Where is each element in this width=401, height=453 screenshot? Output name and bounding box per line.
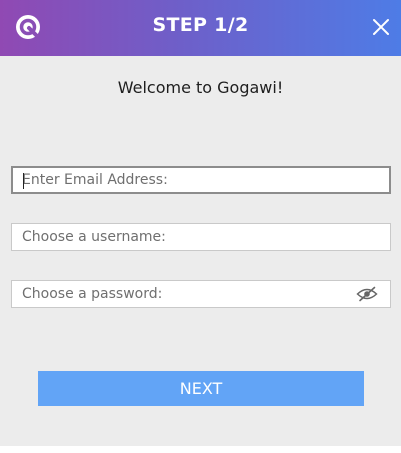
username-input[interactable] bbox=[12, 224, 390, 250]
close-icon[interactable] bbox=[370, 16, 392, 38]
username-field[interactable] bbox=[11, 223, 391, 251]
next-button[interactable]: NEXT bbox=[38, 371, 364, 406]
welcome-text: Welcome to Gogawi! bbox=[117, 78, 284, 97]
eye-slash-icon[interactable] bbox=[356, 286, 378, 302]
text-caret bbox=[23, 173, 24, 189]
password-input[interactable] bbox=[12, 281, 390, 307]
email-field[interactable] bbox=[11, 166, 391, 194]
signup-dialog: STEP 1/2 Welcome to Gogawi! NEXT bbox=[0, 0, 401, 446]
password-field[interactable] bbox=[11, 280, 391, 308]
dialog-header: STEP 1/2 bbox=[0, 0, 401, 56]
dialog-title: STEP 1/2 bbox=[152, 14, 249, 36]
email-input[interactable] bbox=[13, 168, 389, 192]
